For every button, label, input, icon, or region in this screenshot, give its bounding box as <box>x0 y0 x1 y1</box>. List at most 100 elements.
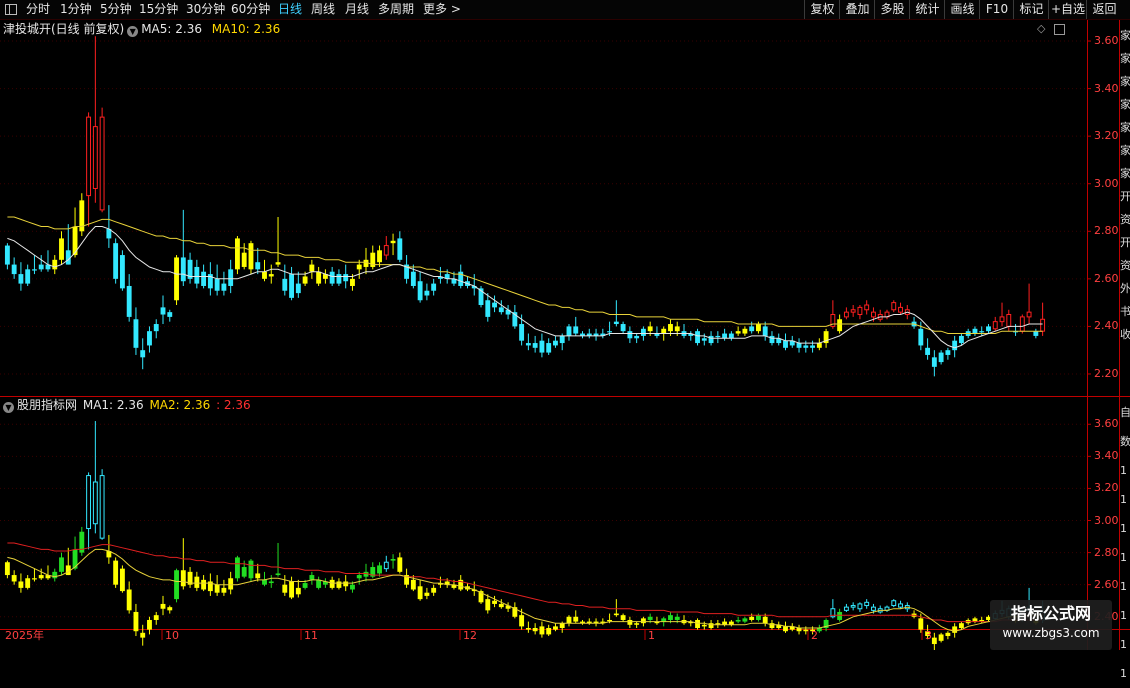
candle-body <box>769 335 775 344</box>
candle-body <box>762 326 768 336</box>
candle-body <box>38 575 44 579</box>
main-y-label: 3.40 <box>1094 81 1119 95</box>
candle-body <box>140 632 146 638</box>
candle-body <box>999 316 1005 323</box>
candle-body <box>559 623 565 628</box>
candle-body <box>228 269 234 286</box>
stock-title: 津投城开(日线 前复权) <box>3 22 125 36</box>
candle-body <box>485 300 491 317</box>
candle-body <box>952 626 958 633</box>
pane-maximize-icon[interactable] <box>1054 24 1065 35</box>
candle-body <box>864 304 870 311</box>
candle-body <box>25 578 31 588</box>
candle-body <box>958 335 964 344</box>
candle-body <box>803 629 809 632</box>
candle-body <box>417 281 423 301</box>
candle-body <box>945 350 951 355</box>
candle-body <box>898 603 903 608</box>
candle-body <box>282 584 288 593</box>
candle-body <box>316 579 322 588</box>
candle-body <box>728 333 734 339</box>
indicator-title: 股朋指标网 <box>17 398 78 412</box>
side-char: 资 <box>1120 213 1130 226</box>
side-char: 1 <box>1120 580 1127 593</box>
candle-body <box>52 259 58 270</box>
candle-body <box>762 616 768 624</box>
candle-body <box>431 587 437 593</box>
candle-body <box>613 613 619 616</box>
candle-body <box>532 343 538 348</box>
candle-body <box>701 624 707 627</box>
watermark-url: www.zbgs3.com <box>1002 626 1100 640</box>
candle-body <box>18 274 24 284</box>
candle-body <box>268 581 274 584</box>
candle-body <box>119 255 125 289</box>
candle-body <box>221 587 227 593</box>
candle-body <box>566 326 572 336</box>
candle-body <box>417 586 423 600</box>
candle-body <box>898 306 903 313</box>
candle-body <box>715 335 721 338</box>
side-char: 1 <box>1120 493 1127 506</box>
candle-body <box>153 324 159 332</box>
candle-body <box>86 116 92 197</box>
sub-ma-yellow-line <box>7 548 1043 632</box>
candle-body <box>627 619 633 625</box>
candle-body <box>356 264 362 270</box>
candle-body <box>722 333 728 339</box>
candle-body <box>390 559 396 561</box>
side-char: 家 <box>1120 52 1130 65</box>
candle-body <box>4 562 10 576</box>
candle-body <box>749 616 755 620</box>
main-y-label: 2.80 <box>1094 224 1119 238</box>
candle-body <box>377 565 382 574</box>
kline-chart[interactable] <box>0 0 1130 650</box>
candle-body <box>532 628 538 632</box>
candle-body <box>498 307 504 313</box>
candle-body <box>992 321 998 330</box>
ma5-line <box>7 226 1043 349</box>
main-candles <box>4 36 1046 377</box>
candle-body <box>627 331 633 339</box>
ma10-value: MA10: 2.36 <box>211 22 281 36</box>
candle-body <box>837 611 843 620</box>
candle-body <box>194 576 200 588</box>
side-char: 家 <box>1120 121 1130 134</box>
candle-body <box>397 238 403 260</box>
chevron-down-icon[interactable]: ▼ <box>127 26 139 37</box>
candle-body <box>234 238 240 270</box>
candle-body <box>519 324 525 341</box>
chevron-down-icon[interactable]: ▼ <box>3 402 14 413</box>
candle-body <box>958 623 964 628</box>
x-label-mar: 3 <box>925 629 932 642</box>
candle-body <box>715 623 721 625</box>
side-char: 家 <box>1120 98 1130 111</box>
candle-body <box>234 557 240 579</box>
candle-body <box>275 573 281 576</box>
candle-body <box>126 589 132 611</box>
candle-body <box>1026 311 1032 318</box>
main-pane-header: 津投城开(日线 前复权) ▼ MA5: 2.36 MA10: 2.36 <box>3 22 280 37</box>
watermark-title: 指标公式网 <box>1010 604 1091 623</box>
candle-body <box>390 240 396 244</box>
candle-body <box>546 343 552 353</box>
candle-body <box>668 324 673 332</box>
x-label-oct: 10 <box>165 629 179 642</box>
candle-body <box>566 616 572 624</box>
candle-body <box>661 328 667 334</box>
candle-body <box>546 628 552 635</box>
diamond-icon[interactable]: ◇ <box>1037 22 1045 35</box>
candle-body <box>755 324 761 332</box>
candle-body <box>979 619 985 622</box>
x-label-nov: 11 <box>304 629 318 642</box>
candle-body <box>228 578 234 590</box>
sub-pane-header: ▼ 股朋指标网 MA1: 2.36 MA2: 2.36 : 2.36 <box>3 398 251 413</box>
candle-body <box>295 283 301 294</box>
candle-body <box>167 312 173 317</box>
candle-body <box>938 352 944 363</box>
candle-body <box>843 606 849 611</box>
candle-body <box>329 579 335 588</box>
candle-body <box>525 343 531 346</box>
candle-body <box>160 307 166 315</box>
candle-body <box>674 326 680 332</box>
